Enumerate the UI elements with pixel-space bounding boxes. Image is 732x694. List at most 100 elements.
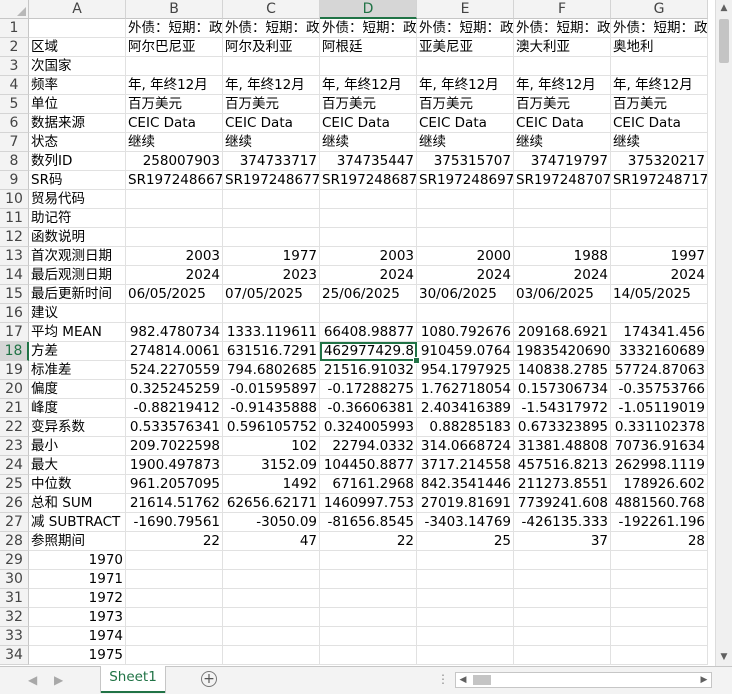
cell-f19[interactable]: 140838.2785 xyxy=(514,361,611,380)
cell-c7[interactable]: 继续 xyxy=(223,133,320,152)
horizontal-scrollbar[interactable]: ◀ ▶ xyxy=(455,672,712,688)
cell-d34[interactable] xyxy=(320,646,417,665)
cell-c25[interactable]: 1492 xyxy=(223,475,320,494)
vertical-scroll-thumb[interactable] xyxy=(719,19,729,63)
scroll-left-icon[interactable]: ◀ xyxy=(456,673,470,687)
row-header-20[interactable]: 20 xyxy=(0,380,29,399)
cell-g2[interactable]: 奥地利 xyxy=(611,38,708,57)
cell-a18[interactable]: 方差 xyxy=(29,342,126,361)
row-header-2[interactable]: 2 xyxy=(0,38,29,57)
cell-c19[interactable]: 794.6802685 xyxy=(223,361,320,380)
cell-d17[interactable]: 66408.98877 xyxy=(320,323,417,342)
cell-e10[interactable] xyxy=(417,190,514,209)
cell-g26[interactable]: 4881560.768 xyxy=(611,494,708,513)
row-header-7[interactable]: 7 xyxy=(0,133,29,152)
cell-b15[interactable]: 06/05/2025 xyxy=(126,285,223,304)
cell-c6[interactable]: CEIC Data xyxy=(223,114,320,133)
cell-f33[interactable] xyxy=(514,627,611,646)
row-header-16[interactable]: 16 xyxy=(0,304,29,323)
cell-d2[interactable]: 阿根廷 xyxy=(320,38,417,57)
row-header-12[interactable]: 12 xyxy=(0,228,29,247)
cell-g7[interactable]: 继续 xyxy=(611,133,708,152)
cell-e26[interactable]: 27019.81691 xyxy=(417,494,514,513)
cell-e13[interactable]: 2000 xyxy=(417,247,514,266)
cell-g31[interactable] xyxy=(611,589,708,608)
cell-f20[interactable]: 0.157306734 xyxy=(514,380,611,399)
cell-f10[interactable] xyxy=(514,190,611,209)
cell-g6[interactable]: CEIC Data xyxy=(611,114,708,133)
cell-d27[interactable]: -81656.8545 xyxy=(320,513,417,532)
cell-b24[interactable]: 1900.497873 xyxy=(126,456,223,475)
cell-b1[interactable]: 外债：短期：政府 xyxy=(126,19,223,38)
row-header-30[interactable]: 30 xyxy=(0,570,29,589)
cell-c1[interactable]: 外债：短期：政府 xyxy=(223,19,320,38)
cell-a16[interactable]: 建议 xyxy=(29,304,126,323)
cell-f12[interactable] xyxy=(514,228,611,247)
cell-g27[interactable]: -192261.196 xyxy=(611,513,708,532)
cell-g11[interactable] xyxy=(611,209,708,228)
row-header-3[interactable]: 3 xyxy=(0,57,29,76)
cell-g16[interactable] xyxy=(611,304,708,323)
cell-d25[interactable]: 67161.2968 xyxy=(320,475,417,494)
cell-f2[interactable]: 澳大利亚 xyxy=(514,38,611,57)
cell-a7[interactable]: 状态 xyxy=(29,133,126,152)
cell-e12[interactable] xyxy=(417,228,514,247)
cell-f1[interactable]: 外债：短期：政府 xyxy=(514,19,611,38)
cell-a25[interactable]: 中位数 xyxy=(29,475,126,494)
cell-a22[interactable]: 变异系数 xyxy=(29,418,126,437)
cell-c26[interactable]: 62656.62171 xyxy=(223,494,320,513)
cell-a26[interactable]: 总和 SUM xyxy=(29,494,126,513)
cell-a28[interactable]: 参照期间 xyxy=(29,532,126,551)
cell-d18[interactable]: 462977429.8 xyxy=(320,342,417,361)
cell-a1[interactable] xyxy=(29,19,126,38)
cell-a33[interactable]: 1974 xyxy=(29,627,126,646)
cell-e14[interactable]: 2024 xyxy=(417,266,514,285)
cell-e21[interactable]: 2.403416389 xyxy=(417,399,514,418)
cell-b33[interactable] xyxy=(126,627,223,646)
row-header-11[interactable]: 11 xyxy=(0,209,29,228)
cell-e30[interactable] xyxy=(417,570,514,589)
cell-c12[interactable] xyxy=(223,228,320,247)
cell-f3[interactable] xyxy=(514,57,611,76)
cell-d30[interactable] xyxy=(320,570,417,589)
cell-g19[interactable]: 57724.87063 xyxy=(611,361,708,380)
cell-b18[interactable]: 274814.0061 xyxy=(126,342,223,361)
cell-f34[interactable] xyxy=(514,646,611,665)
cell-g32[interactable] xyxy=(611,608,708,627)
cell-d15[interactable]: 25/06/2025 xyxy=(320,285,417,304)
cell-a4[interactable]: 频率 xyxy=(29,76,126,95)
cell-f4[interactable]: 年, 年终12月 xyxy=(514,76,611,95)
row-header-15[interactable]: 15 xyxy=(0,285,29,304)
cell-e19[interactable]: 954.1797925 xyxy=(417,361,514,380)
cell-b34[interactable] xyxy=(126,646,223,665)
cell-e4[interactable]: 年, 年终12月 xyxy=(417,76,514,95)
cell-a29[interactable]: 1970 xyxy=(29,551,126,570)
add-sheet-plus-icon[interactable]: + xyxy=(201,671,217,687)
cell-g4[interactable]: 年, 年终12月 xyxy=(611,76,708,95)
cell-c2[interactable]: 阿尔及利亚 xyxy=(223,38,320,57)
cell-e3[interactable] xyxy=(417,57,514,76)
cell-f14[interactable]: 2024 xyxy=(514,266,611,285)
spreadsheet-grid[interactable]: ABCDEFG 1 2 3 4 5 6 7 8 9 10 11 12 13 14 15 16 17 18 19 20 2… xyxy=(0,0,715,666)
cell-a19[interactable]: 标准差 xyxy=(29,361,126,380)
cell-d3[interactable] xyxy=(320,57,417,76)
cell-c31[interactable] xyxy=(223,589,320,608)
row-header-27[interactable]: 27 xyxy=(0,513,29,532)
column-header-c[interactable]: C xyxy=(223,0,320,19)
cell-b22[interactable]: 0.533576341 xyxy=(126,418,223,437)
cell-f18[interactable]: 19835420690 xyxy=(514,342,611,361)
cell-g3[interactable] xyxy=(611,57,708,76)
cell-b3[interactable] xyxy=(126,57,223,76)
cell-a32[interactable]: 1973 xyxy=(29,608,126,627)
cell-c11[interactable] xyxy=(223,209,320,228)
cell-f16[interactable] xyxy=(514,304,611,323)
cell-a3[interactable]: 次国家 xyxy=(29,57,126,76)
cell-c8[interactable]: 374733717 xyxy=(223,152,320,171)
cell-c27[interactable]: -3050.09 xyxy=(223,513,320,532)
scroll-up-icon[interactable]: ▲ xyxy=(716,0,732,17)
column-header-b[interactable]: B xyxy=(126,0,223,19)
cell-d11[interactable] xyxy=(320,209,417,228)
cell-d26[interactable]: 1460997.753 xyxy=(320,494,417,513)
cell-d31[interactable] xyxy=(320,589,417,608)
scroll-down-icon[interactable]: ▼ xyxy=(716,649,732,666)
